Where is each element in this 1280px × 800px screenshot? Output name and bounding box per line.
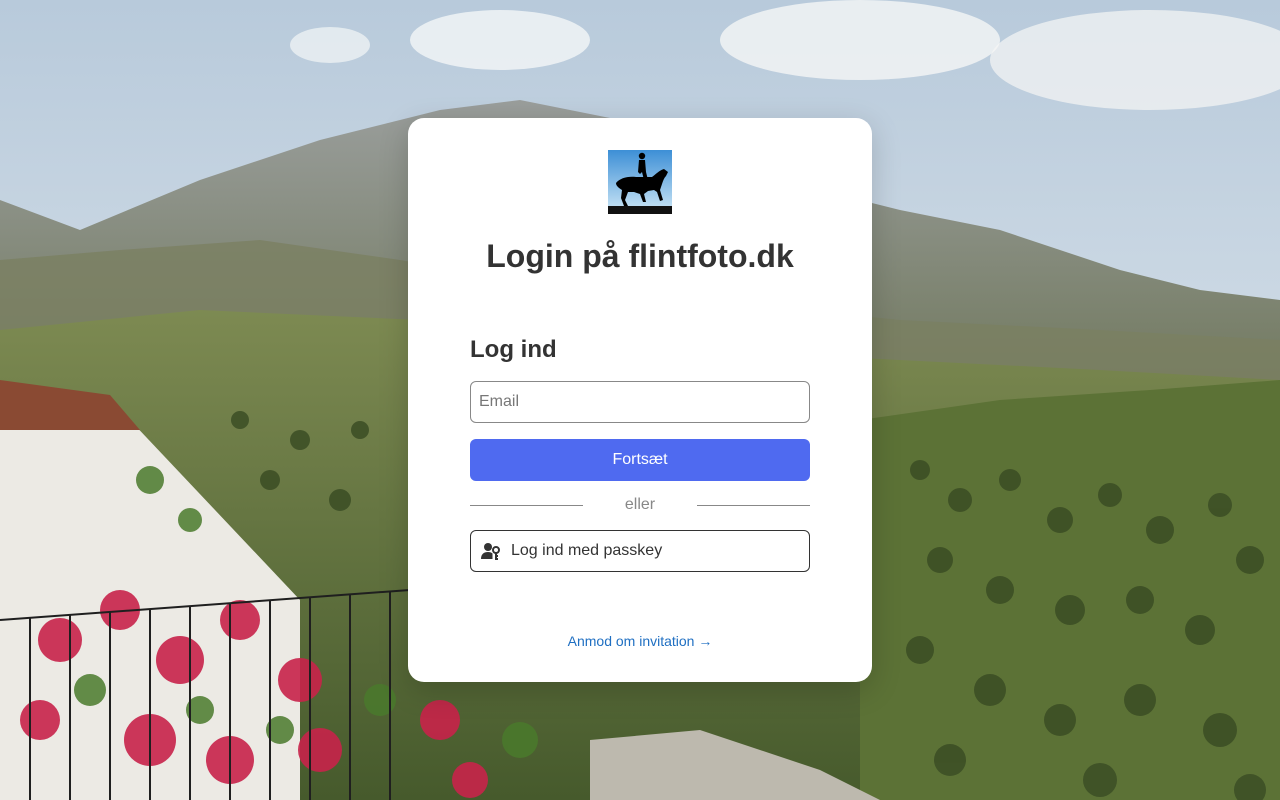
horse-rider-logo-icon	[608, 150, 672, 214]
or-divider: eller	[470, 495, 810, 515]
page-title: Login på flintfoto.dk	[486, 238, 794, 274]
site-logo	[608, 150, 672, 214]
user-key-icon	[481, 542, 501, 560]
passkey-login-label: Log ind med passkey	[511, 542, 663, 559]
request-invitation-link[interactable]: Anmod om invitation →	[408, 632, 872, 650]
divider-line-right	[697, 505, 810, 506]
email-field[interactable]	[470, 381, 810, 423]
passkey-login-button[interactable]: Log ind med passkey	[470, 530, 810, 572]
login-heading: Log ind	[470, 336, 557, 363]
continue-button[interactable]: Fortsæt	[470, 439, 810, 481]
login-card: Login på flintfoto.dk Log ind Fortsæt el…	[408, 118, 872, 682]
